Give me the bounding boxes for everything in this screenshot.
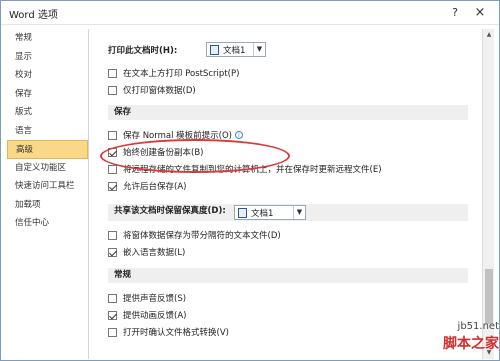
sidebar-item-general[interactable]: 常规 xyxy=(7,29,88,48)
sidebar-item-language[interactable]: 语言 xyxy=(7,122,88,141)
close-button[interactable]: × xyxy=(471,4,489,22)
print-doc-label: 打印此文档时(H): xyxy=(108,46,178,56)
sidebar-item-advanced[interactable]: 高级 xyxy=(7,140,88,159)
sidebar-item-layout[interactable]: 版式 xyxy=(7,103,88,122)
print-form-data-label: 仅打印窗体数据(D) xyxy=(123,86,196,96)
embed-language-label: 嵌入语言数据(L) xyxy=(123,248,186,258)
save-form-text-checkbox[interactable] xyxy=(108,230,117,240)
save-section-header: 保存 xyxy=(108,105,468,120)
dialog-title: Word 选项 xyxy=(9,10,58,21)
confirm-format-checkbox[interactable] xyxy=(108,327,117,337)
watermark-url: jb51.net xyxy=(457,321,499,332)
document-icon xyxy=(210,44,219,55)
confirm-format-row[interactable]: 打开时确认文件格式转换(V) xyxy=(108,325,229,339)
scrollbar-thumb[interactable] xyxy=(485,269,493,324)
help-button[interactable]: ? xyxy=(446,4,464,22)
share-fidelity-label: 共享该文档时保留保真度(D): xyxy=(114,206,226,216)
print-doc-row: 打印此文档时(H): xyxy=(108,43,177,57)
vertical-scrollbar[interactable]: ▲ ▼ xyxy=(482,29,494,359)
share-doc-value: 文档1 xyxy=(251,208,274,219)
sidebar-item-customize-ribbon[interactable]: 自定义功能区 xyxy=(7,159,88,178)
info-icon: i xyxy=(234,131,243,139)
highlight-circle xyxy=(100,139,290,173)
sound-feedback-checkbox[interactable] xyxy=(108,293,117,303)
sound-feedback-row[interactable]: 提供声音反馈(S) xyxy=(108,291,186,305)
print-postscript-checkbox[interactable] xyxy=(108,68,117,78)
sidebar-item-quick-access-toolbar[interactable]: 快速访问工具栏 xyxy=(7,177,88,196)
general-section-header: 常规 xyxy=(108,268,468,283)
embed-language-checkbox[interactable] xyxy=(108,247,117,257)
chevron-down-icon: ▼ xyxy=(253,43,265,56)
sidebar-item-display[interactable]: 显示 xyxy=(7,48,88,67)
animation-feedback-label: 提供动画反馈(A) xyxy=(123,311,187,321)
prompt-normal-checkbox[interactable] xyxy=(108,130,117,140)
print-doc-value: 文档1 xyxy=(223,45,246,56)
copy-remote-checkbox[interactable] xyxy=(108,164,117,174)
document-icon xyxy=(238,207,247,218)
background-save-row[interactable]: 允许后台保存(A) xyxy=(108,179,186,193)
share-doc-dropdown[interactable]: 文档1 ▼ xyxy=(234,205,306,220)
save-form-text-row[interactable]: 将窗体数据保存为带分隔符的文本文件(D) xyxy=(108,228,281,242)
word-options-dialog: Word 选项 ? × 常规 显示 校对 保存 版式 语言 高级 自定义功能区 … xyxy=(0,0,500,361)
print-postscript-label: 在文本上方打印 PostScript(P) xyxy=(123,69,240,79)
options-content: 打印此文档时(H): 文档1 ▼ 在文本上方打印 PostScript(P) 仅… xyxy=(96,29,481,359)
print-doc-dropdown[interactable]: 文档1 ▼ xyxy=(206,42,266,57)
sidebar-item-add-ins[interactable]: 加载项 xyxy=(7,196,88,215)
confirm-format-label: 打开时确认文件格式转换(V) xyxy=(123,328,229,338)
scroll-up-icon[interactable]: ▲ xyxy=(485,31,493,38)
embed-language-row[interactable]: 嵌入语言数据(L) xyxy=(108,245,185,259)
watermark-logo-text: 脚本之家 xyxy=(443,336,499,352)
sidebar-item-proofing[interactable]: 校对 xyxy=(7,66,88,85)
title-bar: Word 选项 ? × xyxy=(1,1,499,25)
background-save-checkbox[interactable] xyxy=(108,181,117,191)
watermark: jb51.net 脚本之家 xyxy=(391,321,499,361)
sidebar-item-save[interactable]: 保存 xyxy=(7,85,88,104)
background-save-label: 允许后台保存(A) xyxy=(123,182,187,192)
animation-feedback-checkbox[interactable] xyxy=(108,310,117,320)
sound-feedback-label: 提供声音反馈(S) xyxy=(123,294,187,304)
options-sidebar: 常规 显示 校对 保存 版式 语言 高级 自定义功能区 快速访问工具栏 加载项 … xyxy=(7,29,89,359)
sidebar-item-trust-center[interactable]: 信任中心 xyxy=(7,214,88,233)
animation-feedback-row[interactable]: 提供动画反馈(A) xyxy=(108,308,186,322)
chevron-down-icon: ▼ xyxy=(293,206,305,219)
print-form-data-row[interactable]: 仅打印窗体数据(D) xyxy=(108,83,196,97)
save-form-text-label: 将窗体数据保存为带分隔符的文本文件(D) xyxy=(123,231,281,241)
print-form-data-checkbox[interactable] xyxy=(108,85,117,95)
print-postscript-row[interactable]: 在文本上方打印 PostScript(P) xyxy=(108,66,239,80)
